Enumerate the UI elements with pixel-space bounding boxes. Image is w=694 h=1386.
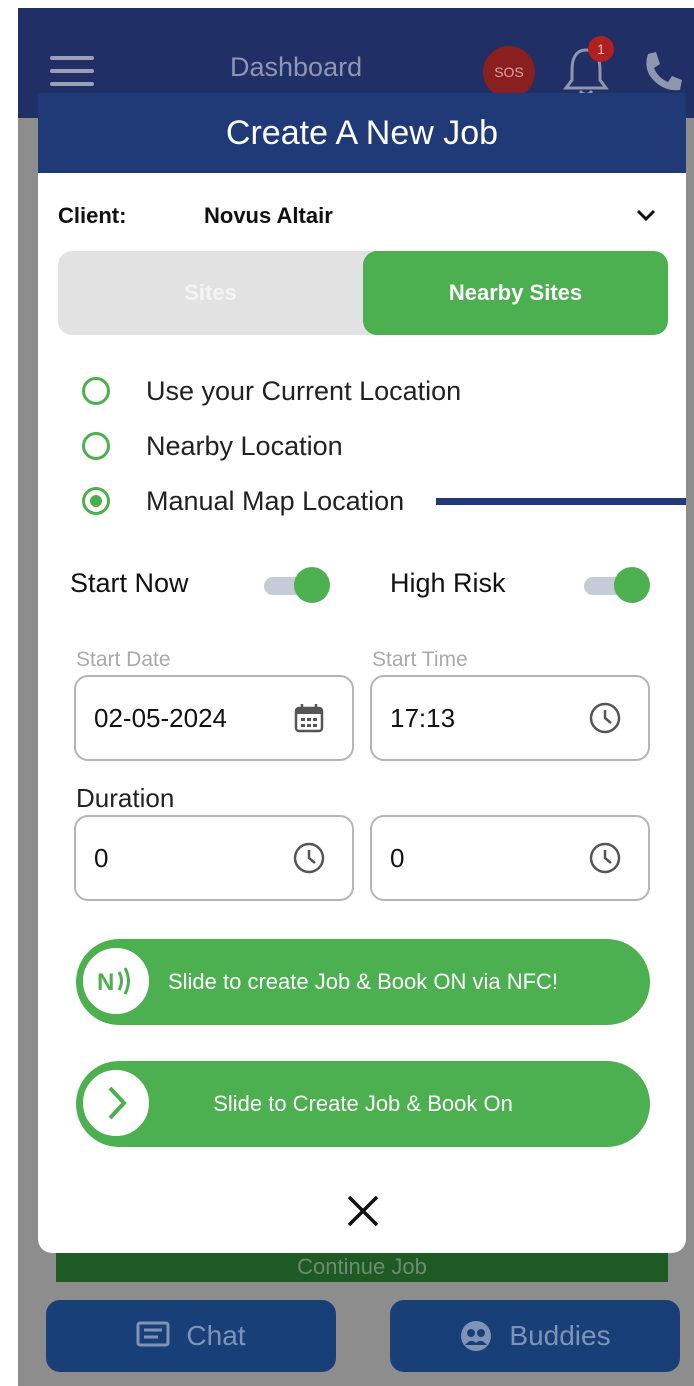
radio-button[interactable]	[82, 432, 110, 460]
chevron-down-icon[interactable]	[634, 203, 658, 227]
book-slider-handle[interactable]	[80, 1067, 152, 1139]
client-label: Client:	[58, 203, 127, 228]
site-type-segment: Sites Nearby Sites	[58, 251, 668, 335]
chat-tab-label: Chat	[186, 1320, 246, 1351]
radio-button-checked[interactable]	[82, 487, 110, 515]
nfc-book-on-slider[interactable]: Slide to create Job & Book ON via NFC! N	[76, 939, 650, 1025]
create-book-on-slider[interactable]: Slide to Create Job & Book On	[76, 1061, 650, 1147]
duration-minutes-field[interactable]: 0	[370, 815, 650, 901]
start-date-field[interactable]: 02-05-2024	[74, 675, 354, 761]
phone-icon[interactable]	[640, 48, 684, 96]
start-now-label: Start Now	[70, 568, 189, 598]
high-risk-label: High Risk	[390, 568, 506, 598]
sos-button[interactable]: SOS	[483, 46, 535, 98]
radio-label: Use your Current Location	[146, 375, 462, 406]
high-risk-toggle[interactable]	[584, 567, 650, 603]
svg-text:N: N	[97, 969, 114, 996]
start-now-toggle[interactable]	[264, 567, 330, 603]
radio-nearby-location[interactable]: Nearby Location	[82, 428, 343, 464]
clock-icon[interactable]	[588, 841, 622, 875]
duration-minutes-value: 0	[390, 843, 405, 873]
duration-hours-field[interactable]: 0	[74, 815, 354, 901]
buddies-icon	[461, 1321, 492, 1351]
nfc-slider-label: Slide to create Job & Book ON via NFC!	[167, 969, 559, 994]
menu-icon[interactable]	[50, 56, 94, 88]
radio-manual-map-location[interactable]: Manual Map Location	[82, 483, 404, 519]
buddies-tab-label: Buddies	[509, 1320, 611, 1351]
radio-label: Manual Map Location	[146, 485, 405, 516]
close-icon[interactable]	[345, 1193, 381, 1229]
nfc-slider-handle[interactable]: N	[80, 945, 152, 1017]
radio-button[interactable]	[82, 377, 110, 405]
radio-current-location[interactable]: Use your Current Location	[82, 373, 461, 409]
annotation-arrow-line	[436, 498, 686, 505]
buddies-tab: Buddies	[390, 1300, 680, 1372]
client-select-value[interactable]: Novus Altair	[204, 203, 333, 229]
nfc-icon: N	[97, 967, 130, 996]
create-job-modal: Create A New Job Client: Novus Altair Si…	[38, 93, 686, 1253]
tab-nearby-sites[interactable]: Nearby Sites	[363, 251, 668, 335]
calendar-icon[interactable]	[292, 701, 326, 735]
clock-icon[interactable]	[588, 701, 622, 735]
book-slider-label: Slide to Create Job & Book On	[213, 1091, 513, 1116]
chat-icon	[136, 1321, 170, 1347]
start-time-label: Start Time	[372, 648, 468, 671]
duration-label: Duration	[76, 783, 175, 813]
duration-hours-value: 0	[94, 843, 109, 873]
start-date-value: 02-05-2024	[94, 703, 227, 733]
app-title: Dashboard	[230, 52, 363, 82]
start-date-label: Start Date	[76, 648, 171, 671]
radio-label: Nearby Location	[146, 430, 343, 461]
tab-sites[interactable]: Sites	[58, 251, 363, 335]
modal-title: Create A New Job	[38, 93, 686, 173]
start-time-field[interactable]: 17:13	[370, 675, 650, 761]
start-time-value: 17:13	[390, 703, 456, 733]
notification-badge: 1	[588, 36, 614, 62]
clock-icon[interactable]	[292, 841, 326, 875]
chat-tab: Chat	[46, 1300, 336, 1372]
chevron-right-icon	[108, 1086, 127, 1120]
